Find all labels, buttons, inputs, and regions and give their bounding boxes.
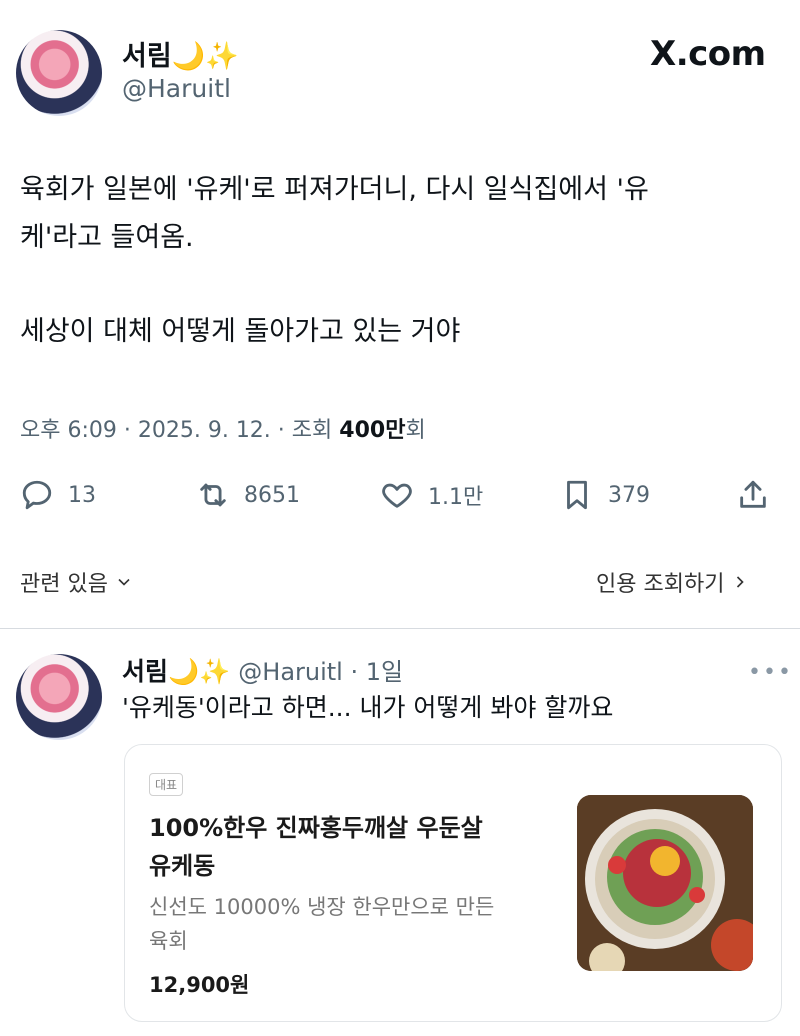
- reply-header: 서림🌙✨ @Haruitl · 1일: [122, 652, 403, 688]
- reply-button[interactable]: 13: [20, 478, 96, 512]
- avatar[interactable]: [16, 30, 102, 116]
- user-handle[interactable]: @Haruitl: [122, 74, 231, 103]
- view-count: 400만: [339, 418, 406, 443]
- view-suffix: 회: [405, 418, 426, 443]
- reply-avatar[interactable]: [16, 654, 102, 740]
- quotes-label: 인용 조회하기: [596, 572, 725, 597]
- bookmark-count: 379: [608, 482, 650, 508]
- reply-icon: [22, 480, 52, 510]
- card-desc-line1: 신선도 10000% 냉장 한우만으로 만든: [149, 895, 495, 919]
- share-button[interactable]: [736, 478, 770, 512]
- tweet-text-line3: 세상이 대체 어떻게 돌아가고 있는 거야: [20, 316, 461, 347]
- tweet-meta: 오후 6:09 · 2025. 9. 12. · 조회 400만회: [20, 412, 426, 444]
- reply-text: '유케동'이라고 하면... 내가 어떻게 봐야 할까요: [122, 693, 614, 722]
- related-label: 관련 있음: [20, 572, 108, 597]
- tweet-text-line2: 케'라고 들여옴.: [20, 222, 194, 253]
- more-icon[interactable]: •••: [748, 660, 793, 685]
- like-icon: [382, 483, 412, 508]
- like-button[interactable]: 1.1만: [380, 478, 483, 512]
- bookmark-button[interactable]: 379: [560, 478, 650, 512]
- site-logo: X.com: [650, 34, 766, 74]
- bookmark-icon: [567, 480, 587, 510]
- card-title-line1: 100%한우 진짜홍두깨살 우둔살: [149, 814, 483, 842]
- card-title-line2: 유케동: [149, 852, 216, 880]
- badge: 대표: [149, 773, 184, 796]
- reply-handle-time[interactable]: @Haruitl · 1일: [238, 652, 403, 687]
- section-divider: [0, 628, 800, 629]
- retweet-count: 8651: [244, 482, 300, 508]
- timestamp[interactable]: 오후 6:09 · 2025. 9. 12. · 조회: [20, 418, 339, 443]
- related-toggle[interactable]: 관련 있음: [20, 566, 134, 598]
- view-quotes-link[interactable]: 인용 조회하기: [596, 566, 750, 598]
- tweet-text-line1: 육회가 일본에 '유케'로 퍼져가더니, 다시 일식집에서 '유: [20, 174, 649, 205]
- card-desc-line2: 육회: [149, 929, 188, 953]
- reply-count: 13: [68, 482, 96, 508]
- retweet-button[interactable]: 8651: [196, 478, 300, 512]
- chevron-right-icon: [737, 576, 745, 588]
- card-price: 12,900원: [149, 973, 250, 997]
- like-count: 1.1만: [428, 485, 484, 510]
- share-icon: [740, 480, 766, 508]
- chevron-down-icon: [118, 578, 130, 586]
- product-card[interactable]: 대표 100%한우 진짜홍두깨살 우둔살 유케동 신선도 10000% 냉장 한…: [124, 744, 782, 1022]
- retweet-icon: [200, 483, 226, 507]
- reply-display-name[interactable]: 서림🌙✨: [122, 652, 230, 688]
- product-image[interactable]: [577, 795, 753, 971]
- display-name[interactable]: 서림🌙✨: [122, 34, 239, 73]
